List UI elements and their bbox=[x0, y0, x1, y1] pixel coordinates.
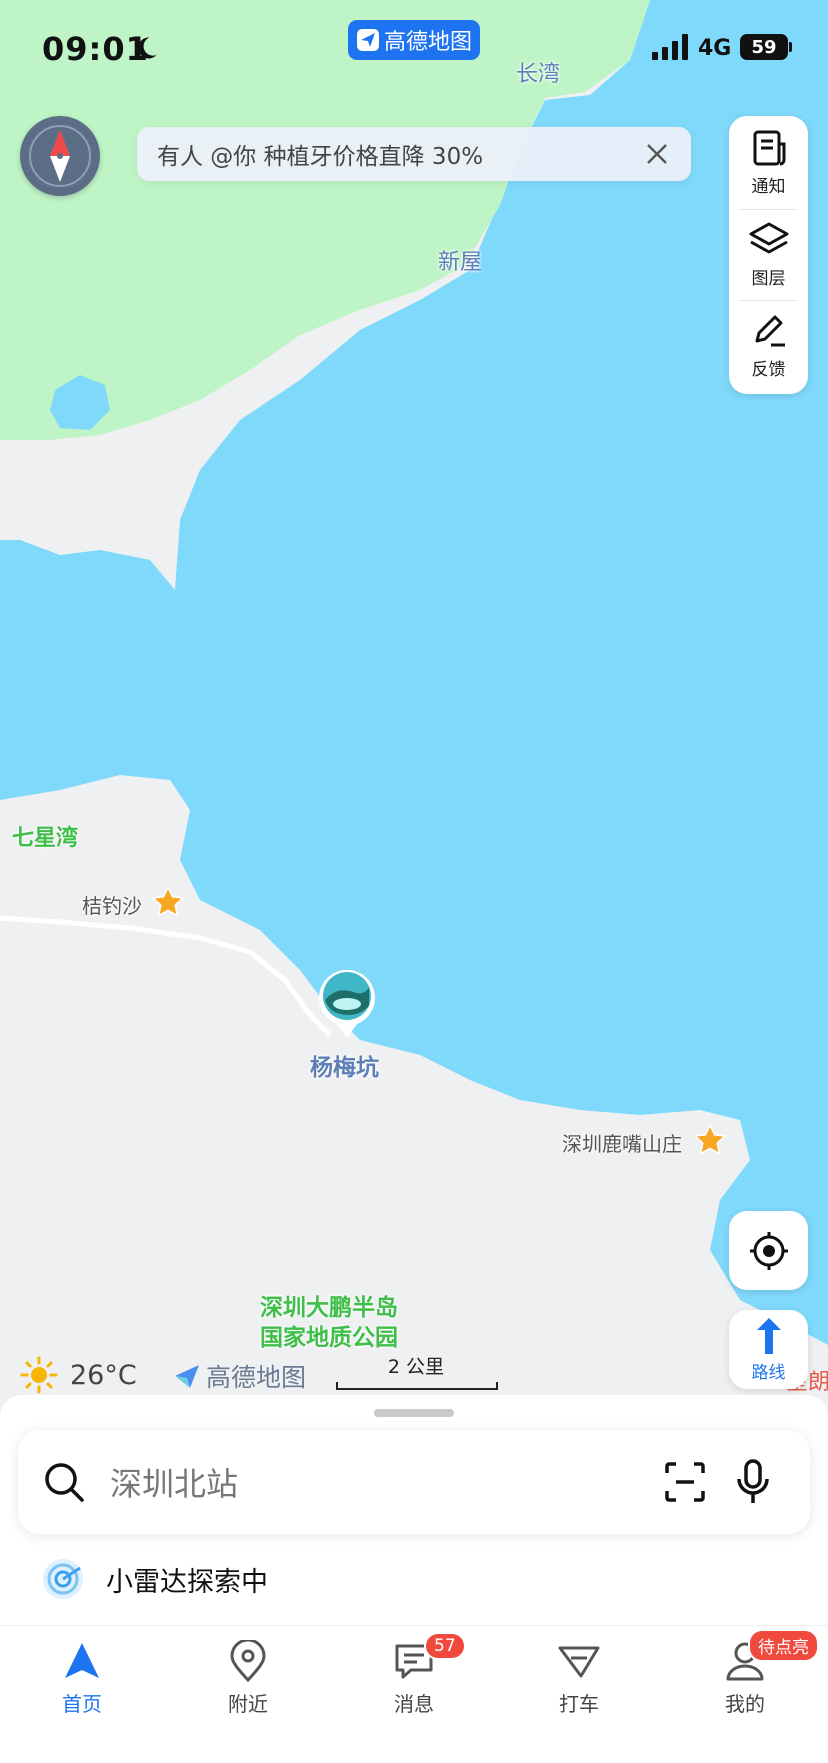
radar-row[interactable]: 小雷达探索中 bbox=[42, 1558, 268, 1600]
tab-mine-label: 我的 bbox=[725, 1692, 765, 1716]
notify-button[interactable]: 通知 bbox=[729, 118, 808, 206]
compass-button[interactable] bbox=[20, 116, 100, 196]
crosshair-icon bbox=[749, 1231, 788, 1270]
tab-messages-label: 消息 bbox=[394, 1692, 434, 1716]
radar-text: 小雷达探索中 bbox=[106, 1566, 268, 1598]
map-view[interactable]: 长湾 新屋 七星湾 桔钓沙 杨梅坑 深圳鹿嘴山庄 深圳大鹏半岛 国家地质公园 星… bbox=[0, 0, 828, 1420]
mine-badge: 待点亮 bbox=[748, 1629, 819, 1662]
close-icon[interactable] bbox=[637, 134, 677, 174]
scan-icon[interactable] bbox=[664, 1461, 706, 1503]
amap-logo-icon bbox=[356, 29, 379, 51]
star-poi-icon[interactable] bbox=[692, 1122, 728, 1158]
layers-button[interactable]: 图层 bbox=[729, 210, 808, 298]
document-icon bbox=[753, 130, 785, 165]
map-label-xinwu[interactable]: 新屋 bbox=[438, 244, 482, 276]
promo-notice[interactable]: 有人 @你 种植牙价格直降 30% bbox=[137, 127, 691, 181]
search-icon bbox=[45, 1463, 84, 1502]
taxi-icon bbox=[558, 1646, 600, 1678]
locate-button[interactable] bbox=[729, 1211, 808, 1290]
tab-nearby-label: 附近 bbox=[228, 1692, 268, 1716]
route-arrow-icon bbox=[756, 1318, 781, 1354]
temperature: 26°C bbox=[70, 1359, 137, 1391]
amap-brand: 高德地图 bbox=[172, 1358, 306, 1394]
microphone-icon[interactable] bbox=[736, 1459, 770, 1505]
map-canvas bbox=[0, 0, 828, 1420]
map-label-geopark-line1[interactable]: 深圳大鹏半岛 bbox=[260, 1288, 398, 1322]
feedback-label: 反馈 bbox=[751, 359, 786, 380]
map-label-yangmeikeng[interactable]: 杨梅坑 bbox=[310, 1048, 379, 1082]
map-label-judiaosha[interactable]: 桔钓沙 bbox=[82, 890, 142, 919]
map-label-qixingwan[interactable]: 七星湾 bbox=[12, 820, 78, 852]
compass-icon bbox=[29, 125, 91, 187]
search-bar[interactable]: 深圳北站 bbox=[18, 1430, 810, 1534]
status-bar: 09:01 高德地图 4G 59 bbox=[0, 0, 828, 92]
notify-label: 通知 bbox=[751, 176, 786, 197]
route-button[interactable]: 路线 bbox=[729, 1310, 808, 1389]
app-return-pill[interactable]: 高德地图 bbox=[348, 20, 480, 60]
tab-taxi-label: 打车 bbox=[559, 1692, 599, 1716]
map-scale: 2 公里 bbox=[336, 1352, 498, 1390]
tab-home-label: 首页 bbox=[62, 1692, 102, 1716]
layers-icon bbox=[749, 222, 788, 253]
battery-cap bbox=[789, 42, 792, 52]
brand-text: 高德地图 bbox=[206, 1363, 307, 1392]
layers-label: 图层 bbox=[751, 268, 786, 289]
navigation-arrow-icon bbox=[65, 1643, 99, 1678]
map-label-geopark-line2[interactable]: 国家地质公园 bbox=[260, 1318, 398, 1352]
scale-bar bbox=[336, 1382, 498, 1390]
sun-icon bbox=[20, 1356, 58, 1394]
star-poi-icon[interactable] bbox=[150, 884, 186, 920]
feedback-button[interactable]: 反馈 bbox=[729, 301, 808, 389]
map-tools-panel: 通知 图层 反馈 bbox=[729, 116, 808, 394]
signal-icon bbox=[652, 34, 688, 60]
battery-icon: 59 bbox=[740, 34, 788, 60]
search-input[interactable]: 深圳北站 bbox=[110, 1459, 664, 1505]
tab-bar: 首页 附近 消息 57 打车 我的 待点亮 bbox=[0, 1625, 828, 1763]
amap-logo-icon bbox=[175, 1365, 199, 1388]
poi-photo-pin[interactable] bbox=[317, 966, 377, 1040]
tab-taxi[interactable]: 打车 bbox=[524, 1640, 634, 1717]
scale-label: 2 公里 bbox=[387, 1356, 445, 1378]
messages-badge: 57 bbox=[424, 1632, 466, 1660]
weather-widget[interactable]: 26°C bbox=[20, 1356, 137, 1394]
map-label-lucuishanzhuang[interactable]: 深圳鹿嘴山庄 bbox=[562, 1128, 682, 1157]
app-pill-label: 高德地图 bbox=[383, 30, 472, 55]
notice-text: 有人 @你 种植牙价格直降 30% bbox=[157, 144, 484, 170]
tab-nearby[interactable]: 附近 bbox=[193, 1640, 303, 1717]
tab-home[interactable]: 首页 bbox=[27, 1640, 137, 1717]
drag-handle[interactable] bbox=[374, 1409, 454, 1417]
bottom-sheet[interactable]: 深圳北站 小雷达探索中 bbox=[0, 1395, 828, 1625]
route-label: 路线 bbox=[751, 1363, 786, 1383]
moon-icon bbox=[138, 37, 157, 59]
location-pin-icon bbox=[230, 1640, 266, 1682]
edit-pen-icon bbox=[755, 315, 785, 346]
radar-icon bbox=[43, 1559, 83, 1599]
network-type: 4G bbox=[698, 36, 732, 61]
